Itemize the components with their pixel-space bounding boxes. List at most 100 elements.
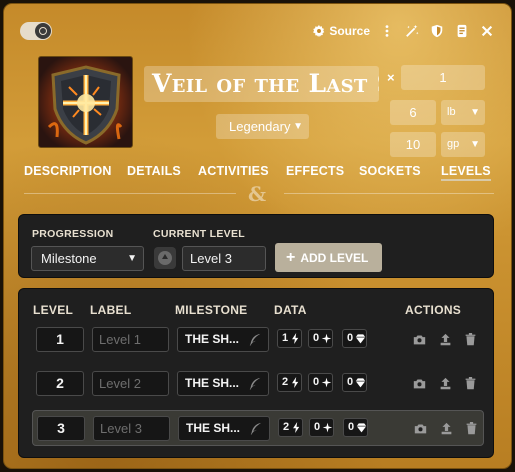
rarity-value: Legendary bbox=[229, 119, 291, 134]
close-icon[interactable] bbox=[479, 23, 495, 39]
feather-icon bbox=[250, 422, 262, 436]
milestone-name: THE SH... bbox=[186, 421, 241, 435]
tab-effects[interactable]: EFFECTS bbox=[286, 164, 344, 178]
add-level-label: ADD LEVEL bbox=[300, 251, 369, 265]
price-unit-select[interactable]: gp ▼ bbox=[441, 132, 485, 157]
gem-count-chip[interactable]: 0 bbox=[343, 418, 369, 437]
feather-icon bbox=[249, 333, 261, 347]
milestone-field[interactable]: THE SH... bbox=[177, 371, 269, 396]
level-number[interactable]: 1 bbox=[36, 327, 84, 352]
upload-icon[interactable] bbox=[438, 332, 452, 346]
camera-icon[interactable] bbox=[412, 376, 426, 390]
chevron-down-icon: ▼ bbox=[470, 139, 480, 150]
level-label-input[interactable]: Level 1 bbox=[92, 327, 169, 352]
milestone-name: THE SH... bbox=[185, 332, 240, 346]
level-up-button[interactable] bbox=[154, 247, 176, 269]
price-input[interactable]: 10 bbox=[390, 132, 436, 157]
tab-activities[interactable]: ACTIVITIES bbox=[198, 164, 269, 178]
tab-details[interactable]: DETAILS bbox=[127, 164, 181, 178]
weight-unit-value: lb bbox=[447, 106, 456, 118]
progression-label: PROGRESSION bbox=[32, 228, 114, 240]
level-number[interactable]: 3 bbox=[37, 416, 85, 441]
magic-wand-icon[interactable] bbox=[404, 23, 420, 39]
sparkle-count-chip[interactable]: 0 bbox=[309, 418, 335, 437]
divider bbox=[24, 193, 236, 194]
table-row: 1 Level 1 THE SH... 1 0 0 bbox=[32, 322, 484, 358]
price-unit-value: gp bbox=[447, 138, 460, 150]
weight-input[interactable]: 6 bbox=[390, 100, 436, 125]
milestone-field[interactable]: THE SH... bbox=[177, 327, 269, 352]
level-label-input[interactable]: Level 2 bbox=[92, 371, 169, 396]
bolt-count-chip[interactable]: 1 bbox=[277, 329, 303, 348]
milestone-field[interactable]: THE SH... bbox=[178, 416, 270, 441]
progression-select[interactable]: Milestone ▼ bbox=[31, 246, 144, 271]
camera-icon[interactable] bbox=[413, 421, 427, 435]
camera-icon[interactable] bbox=[412, 332, 426, 346]
add-level-button[interactable]: + ADD LEVEL bbox=[275, 243, 382, 272]
table-row-current: 3 Level 3 THE SH... 2 0 0 bbox=[32, 410, 484, 446]
tab-sockets[interactable]: SOCKETS bbox=[359, 164, 421, 178]
bolt-icon bbox=[292, 377, 299, 388]
bolt-count: 2 bbox=[282, 376, 289, 388]
rarity-select[interactable]: Legendary ▼ bbox=[216, 114, 309, 139]
source-button[interactable]: Source bbox=[313, 24, 370, 38]
column-header-data: DATA bbox=[274, 303, 307, 317]
chevron-down-icon: ▼ bbox=[470, 107, 480, 118]
bolt-icon bbox=[293, 422, 300, 433]
source-label: Source bbox=[329, 24, 370, 38]
gem-count: 0 bbox=[347, 332, 354, 344]
quantity-multiplier-symbol: × bbox=[387, 70, 395, 85]
trash-icon[interactable] bbox=[464, 421, 478, 435]
level-number[interactable]: 2 bbox=[36, 371, 84, 396]
bolt-count-chip[interactable]: 2 bbox=[278, 418, 304, 437]
scroll-icon[interactable] bbox=[454, 23, 470, 39]
item-sheet-window: Source Veil of the Last Stand bbox=[3, 3, 512, 469]
header-controls: Source bbox=[313, 23, 495, 39]
progression-value: Milestone bbox=[41, 251, 97, 266]
sparkle-icon bbox=[321, 377, 332, 388]
weight-unit-select[interactable]: lb ▼ bbox=[441, 100, 485, 125]
current-level-label: CURRENT LEVEL bbox=[153, 228, 245, 240]
sparkle-count: 0 bbox=[314, 421, 321, 433]
progression-panel: PROGRESSION Milestone ▼ CURRENT LEVEL Le… bbox=[18, 214, 494, 278]
quantity-input[interactable]: 1 bbox=[401, 65, 485, 90]
sheet-tabs: DESCRIPTION DETAILS ACTIVITIES EFFECTS S… bbox=[4, 164, 511, 184]
trash-icon[interactable] bbox=[463, 376, 477, 390]
gem-icon bbox=[355, 334, 366, 344]
upload-icon[interactable] bbox=[438, 376, 452, 390]
level-label-input[interactable]: Level 3 bbox=[93, 416, 170, 441]
sparkle-icon bbox=[322, 422, 333, 433]
item-name-input[interactable]: Veil of the Last Stand bbox=[144, 66, 379, 102]
current-level-input[interactable]: Level 3 bbox=[182, 246, 266, 271]
tab-levels[interactable]: LEVELS bbox=[441, 164, 491, 181]
sparkle-count-chip[interactable]: 0 bbox=[308, 329, 334, 348]
arrow-up-circle-icon bbox=[158, 251, 172, 265]
gem-icon bbox=[355, 378, 366, 388]
gem-count: 0 bbox=[347, 376, 354, 388]
sparkle-count-chip[interactable]: 0 bbox=[308, 373, 334, 392]
bolt-count-chip[interactable]: 2 bbox=[277, 373, 303, 392]
plus-icon: + bbox=[286, 249, 296, 266]
bolt-icon bbox=[292, 333, 299, 344]
gem-count-chip[interactable]: 0 bbox=[342, 373, 368, 392]
sparkle-count: 0 bbox=[313, 332, 320, 344]
edit-mode-toggle[interactable] bbox=[20, 22, 52, 40]
item-portrait-image[interactable] bbox=[38, 56, 133, 148]
upload-icon[interactable] bbox=[439, 421, 453, 435]
milestone-name: THE SH... bbox=[185, 376, 240, 390]
sparkle-count: 0 bbox=[313, 376, 320, 388]
gem-count: 0 bbox=[348, 421, 355, 433]
trash-icon[interactable] bbox=[463, 332, 477, 346]
gear-icon bbox=[313, 25, 325, 37]
sparkle-icon bbox=[321, 333, 332, 344]
divider bbox=[284, 193, 494, 194]
bolt-count: 2 bbox=[283, 421, 290, 433]
gem-icon bbox=[356, 423, 367, 433]
ellipsis-vertical-icon[interactable] bbox=[379, 23, 395, 39]
feather-icon bbox=[249, 377, 261, 391]
shield-icon[interactable] bbox=[429, 23, 445, 39]
column-header-actions: ACTIONS bbox=[405, 303, 462, 317]
tab-description[interactable]: DESCRIPTION bbox=[24, 164, 112, 178]
gem-count-chip[interactable]: 0 bbox=[342, 329, 368, 348]
bolt-count: 1 bbox=[282, 332, 289, 344]
